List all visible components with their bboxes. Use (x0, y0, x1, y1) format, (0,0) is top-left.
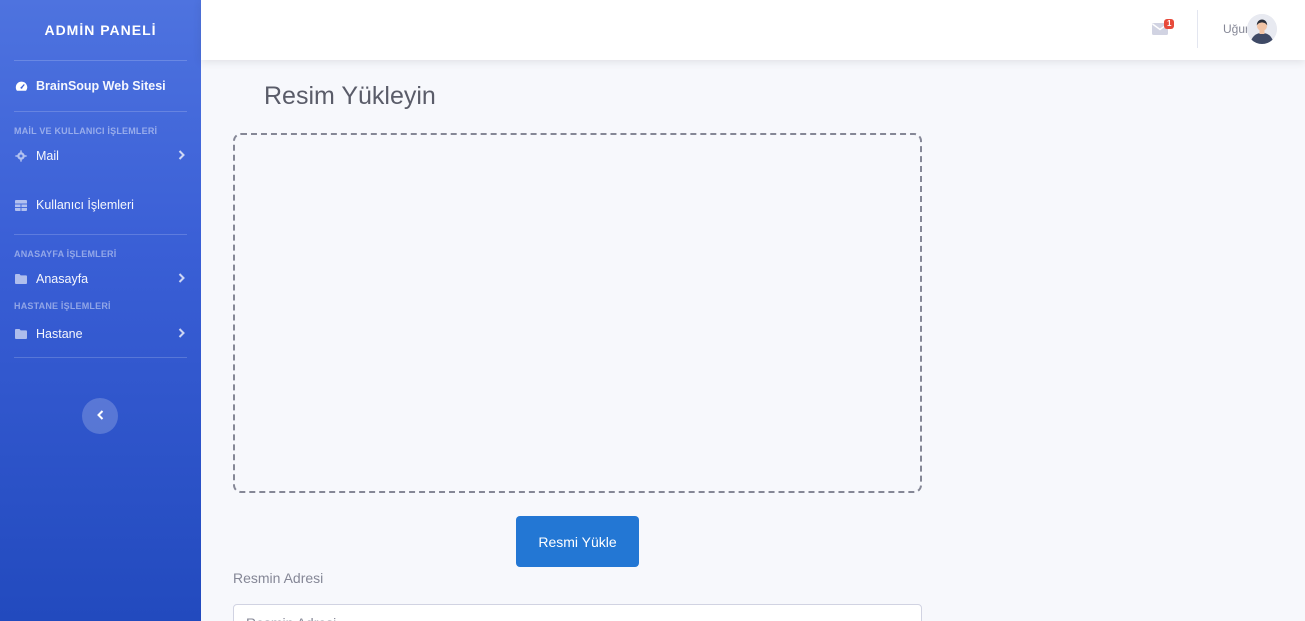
topbar-divider (1197, 10, 1198, 48)
sidebar-item-anasayfa[interactable]: Anasayfa (0, 259, 201, 299)
chevron-left-icon (96, 407, 104, 425)
sidebar-heading-hastane: HASTANE İŞLEMLERİ (14, 301, 111, 311)
user-menu[interactable]: Uğur (1223, 14, 1277, 44)
sidebar-item-label: Hastane (36, 327, 83, 341)
topbar: 1 Uğur (201, 0, 1305, 60)
tachometer-icon (14, 79, 28, 93)
sidebar-item-brainsoup-site[interactable]: BrainSoup Web Sitesi (0, 61, 201, 111)
sidebar-toggle-button[interactable] (82, 398, 118, 434)
sidebar-item-label: BrainSoup Web Sitesi (36, 79, 166, 93)
chevron-right-icon (178, 149, 185, 163)
sidebar-item-mail[interactable]: Mail (0, 136, 201, 176)
sidebar-divider (14, 357, 187, 358)
image-address-input[interactable] (233, 604, 922, 621)
gear-icon (14, 149, 28, 163)
table-icon (14, 198, 28, 212)
avatar (1247, 14, 1277, 44)
sidebar-item-kullanici-islemleri[interactable]: Kullanıcı İşlemleri (0, 176, 201, 234)
chevron-right-icon (178, 272, 185, 286)
sidebar-item-hastane[interactable]: Hastane (0, 311, 201, 357)
image-address-label: Resmin Adresi (233, 570, 324, 586)
sidebar-item-label: Kullanıcı İşlemleri (36, 198, 134, 212)
mail-count-badge: 1 (1164, 19, 1175, 29)
sidebar-item-label: Mail (36, 149, 59, 163)
page-title: Resim Yükleyin (264, 82, 436, 110)
user-name: Uğur (1223, 22, 1247, 36)
folder-icon (14, 272, 28, 286)
sidebar-heading-mail-users: MAİL VE KULLANICI İŞLEMLERİ (14, 126, 158, 136)
folder-icon (14, 327, 28, 341)
image-dropzone[interactable] (233, 133, 922, 493)
sidebar-item-label: Anasayfa (36, 272, 89, 286)
chevron-right-icon (178, 327, 185, 341)
sidebar-brand[interactable]: ADMİN PANELİ (0, 0, 201, 60)
sidebar: ADMİN PANELİ BrainSoup Web Sitesi MAİL V… (0, 0, 201, 621)
sidebar-heading-anasayfa: ANASAYFA İŞLEMLERİ (14, 249, 117, 259)
upload-image-button[interactable]: Resmi Yükle (516, 516, 639, 567)
